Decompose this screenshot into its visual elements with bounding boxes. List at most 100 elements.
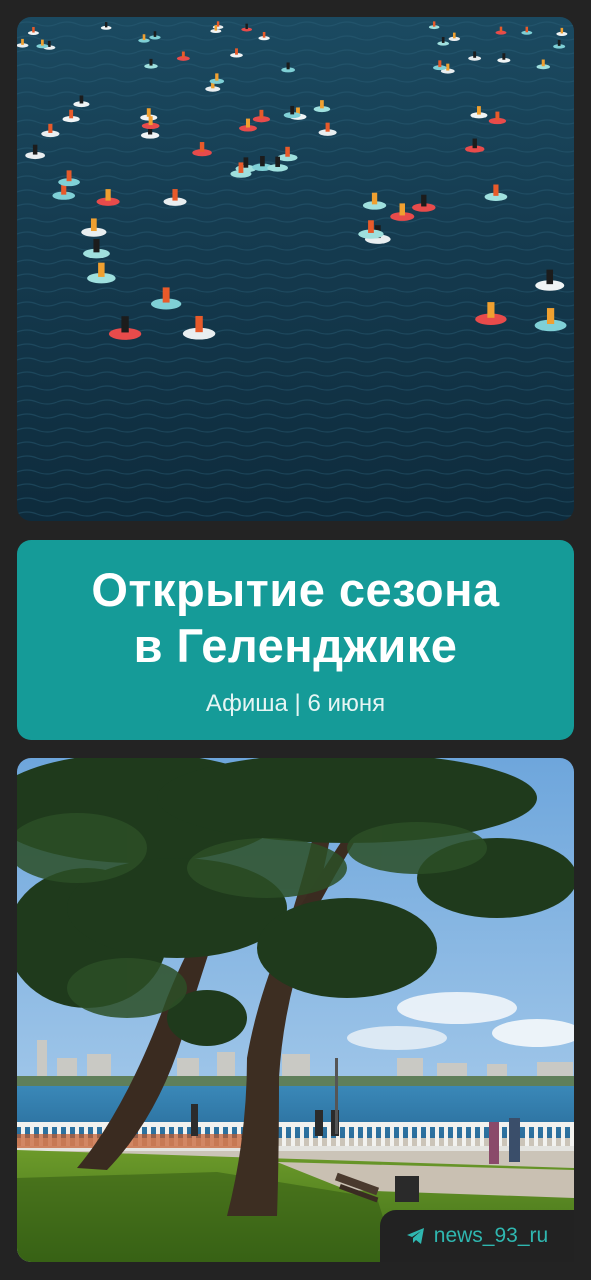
headline-line-2: в Геленджике	[133, 619, 458, 672]
paddler-shape	[104, 22, 108, 28]
baluster-shape	[561, 1126, 565, 1146]
baluster-shape	[453, 1126, 457, 1146]
sea-paddleboarders-illustration	[17, 17, 574, 521]
paddler-shape	[546, 308, 555, 324]
paddler-shape	[473, 51, 477, 58]
baluster-shape	[408, 1126, 412, 1146]
paddler-shape	[79, 95, 84, 104]
paddler-shape	[48, 123, 53, 133]
paddler-shape	[181, 51, 185, 58]
paddler-shape	[286, 62, 290, 70]
paddler-shape	[215, 73, 219, 81]
baluster-shape	[381, 1126, 385, 1146]
baluster-shape	[300, 1126, 304, 1146]
paddler-shape	[32, 144, 38, 155]
paddler-shape	[495, 111, 500, 121]
baluster-shape	[282, 1126, 286, 1146]
baluster-shape	[354, 1126, 358, 1146]
paddler-shape	[238, 162, 244, 173]
baluster-shape	[444, 1126, 448, 1146]
paddler-shape	[214, 25, 218, 31]
baluster-shape	[525, 1126, 529, 1146]
baluster-shape	[417, 1126, 421, 1146]
paddler-shape	[285, 146, 290, 157]
baluster-shape	[345, 1126, 349, 1146]
paddler-shape	[399, 203, 405, 216]
event-subtitle: Афиша | 6 июня	[205, 690, 386, 717]
paddler-shape	[41, 39, 44, 46]
baluster-shape	[534, 1126, 538, 1146]
paddler-shape	[98, 262, 105, 277]
embankment-photo	[17, 758, 574, 1262]
paddler-shape	[66, 170, 72, 182]
paddler-shape	[199, 142, 205, 152]
paddler-shape	[142, 34, 146, 41]
paddler-shape	[275, 156, 280, 167]
paddler-shape	[32, 26, 35, 33]
headline-line-1: Открытие сезона	[91, 563, 500, 616]
paddler-shape	[195, 315, 203, 333]
title-card: Открытие сезона в Геленджике Афиша | 6 и…	[17, 540, 574, 740]
baluster-shape	[462, 1126, 466, 1146]
baluster-shape	[426, 1126, 430, 1146]
paddler-shape	[216, 21, 220, 27]
paddler-shape	[121, 316, 129, 333]
paddler-shape	[441, 37, 445, 43]
paddler-shape	[245, 23, 248, 30]
paddler-shape	[499, 26, 503, 33]
paddler-shape	[320, 100, 324, 109]
pine-embankment-illustration	[17, 758, 574, 1262]
baluster-shape	[399, 1126, 403, 1146]
telegram-icon	[406, 1227, 426, 1245]
paddler-shape	[452, 32, 456, 39]
paddler-shape	[477, 106, 481, 115]
paddler-shape	[69, 109, 74, 119]
paddler-shape	[90, 218, 97, 232]
paddler-shape	[146, 108, 151, 117]
paddler-shape	[493, 184, 499, 196]
baluster-shape	[552, 1126, 556, 1146]
paddler-shape	[487, 302, 495, 318]
paddler-shape	[149, 58, 153, 66]
baluster-shape	[570, 1126, 574, 1146]
paddleboard-photo	[17, 17, 574, 521]
paddler-shape	[557, 39, 561, 46]
baluster-shape	[543, 1126, 547, 1146]
baluster-shape	[390, 1126, 394, 1146]
paddler-shape	[148, 116, 153, 126]
paddler-shape	[259, 109, 264, 119]
paddler-shape	[243, 157, 249, 168]
baluster-shape	[363, 1126, 367, 1146]
paddler-shape	[472, 138, 477, 149]
paddler-shape	[438, 60, 442, 68]
paddler-shape	[546, 269, 554, 285]
paddler-shape	[541, 59, 545, 67]
paddler-shape	[260, 156, 265, 167]
baluster-shape	[309, 1126, 313, 1146]
paddler-shape	[235, 48, 238, 55]
channel-watermark: news_93_ru	[380, 1210, 574, 1262]
paddler-shape	[245, 118, 251, 128]
paddler-shape	[162, 287, 170, 303]
baluster-shape	[291, 1126, 295, 1146]
paddler-shape	[93, 238, 100, 253]
paddler-shape	[290, 105, 295, 115]
paddler-shape	[172, 189, 178, 201]
paddler-shape	[446, 63, 450, 71]
paddler-shape	[525, 26, 529, 33]
paddler-shape	[560, 27, 564, 34]
paddler-shape	[371, 192, 378, 205]
paddler-shape	[502, 53, 506, 60]
baluster-shape	[480, 1126, 484, 1146]
paddler-shape	[432, 21, 436, 27]
baluster-shape	[372, 1126, 376, 1146]
baluster-shape	[327, 1126, 331, 1146]
paddler-shape	[21, 38, 24, 45]
paddler-shape	[368, 220, 374, 233]
paddler-shape	[105, 189, 111, 201]
baluster-shape	[471, 1126, 475, 1146]
paddler-shape	[421, 194, 427, 207]
paddler-shape	[153, 31, 157, 37]
channel-handle: news_93_ru	[433, 1224, 549, 1247]
paddler-shape	[262, 31, 266, 38]
